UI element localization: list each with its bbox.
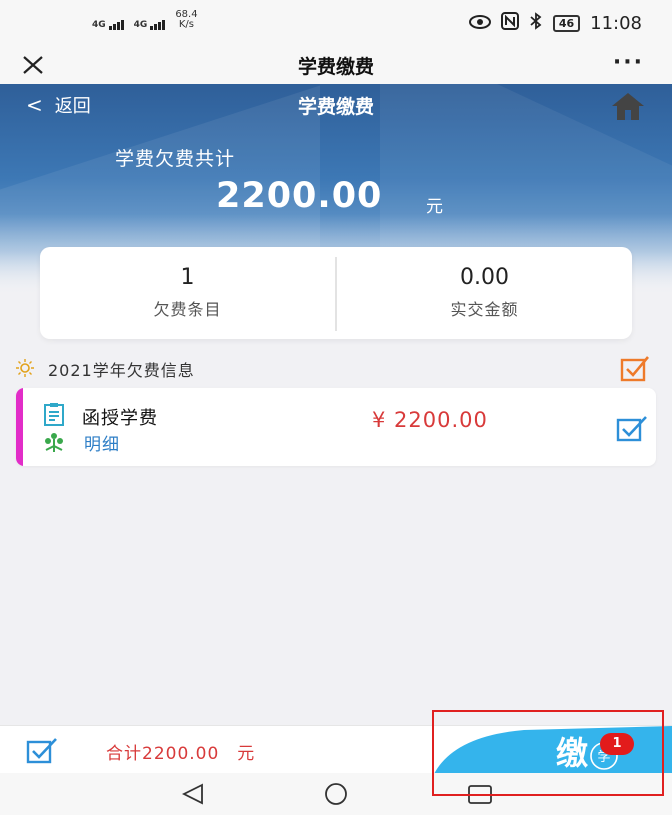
fee-item-checkbox[interactable] [616, 414, 648, 442]
home-icon [612, 93, 644, 120]
home-button[interactable] [610, 90, 646, 122]
signal-strength-icon-2: 4G [134, 20, 166, 30]
fee-item-amount: ¥ 2200.00 [372, 408, 488, 432]
owed-total-label: 学费欠费共计 [115, 148, 236, 170]
clock: 11:08 [590, 13, 642, 34]
highlight-box [432, 710, 664, 796]
bottom-select-all-checkbox[interactable] [26, 736, 58, 764]
flower-icon [45, 433, 63, 452]
owed-total-unit: 元 [426, 197, 443, 217]
network-speed: 68.4 K/s [175, 9, 198, 30]
title-bar: 学费缴费 ··· [0, 46, 672, 84]
signal-strength-icon: 4G [92, 20, 124, 30]
select-all-checkbox[interactable] [620, 354, 650, 382]
lightbulb-icon [16, 359, 34, 377]
section-header: 2021学年欠费信息 [14, 354, 658, 382]
bluetooth-icon [529, 12, 543, 35]
summary-items: 1 欠费条目 [40, 247, 335, 339]
paid-label: 实交金额 [450, 300, 519, 319]
section-title: 2021学年欠费信息 [48, 361, 195, 380]
fee-item-accent [16, 388, 23, 466]
window-title: 学费缴费 [297, 56, 374, 78]
nav-back-button[interactable] [178, 782, 208, 806]
more-button[interactable]: ··· [613, 50, 644, 75]
nav-home-button[interactable] [321, 782, 351, 806]
page-title: 学费缴费 [297, 96, 374, 118]
status-bar: 4G 4G 68.4 K/s 46 11:08 [0, 0, 672, 46]
fee-detail-link[interactable]: 明细 [84, 430, 120, 455]
summary-card: 1 欠费条目 0.00 实交金额 [40, 247, 632, 339]
items-label: 欠费条目 [153, 300, 222, 319]
fee-item-name: 函授学费 [82, 408, 158, 429]
owed-total-amount: 2200.00 [216, 176, 383, 216]
nfc-icon [500, 12, 519, 35]
status-left: 4G 4G 68.4 K/s [92, 10, 198, 30]
items-count: 1 [180, 265, 195, 290]
fee-item[interactable]: 函授学费 明细 ¥ 2200.00 [16, 388, 656, 466]
total-amount: 合计2200.00 元 [106, 744, 256, 764]
paid-amount: 0.00 [460, 265, 509, 290]
battery-icon: 46 [552, 15, 581, 32]
eye-icon [468, 14, 491, 34]
summary-paid: 0.00 实交金额 [337, 247, 632, 339]
clipboard-icon [44, 403, 64, 426]
status-right: 46 11:08 [468, 12, 642, 35]
